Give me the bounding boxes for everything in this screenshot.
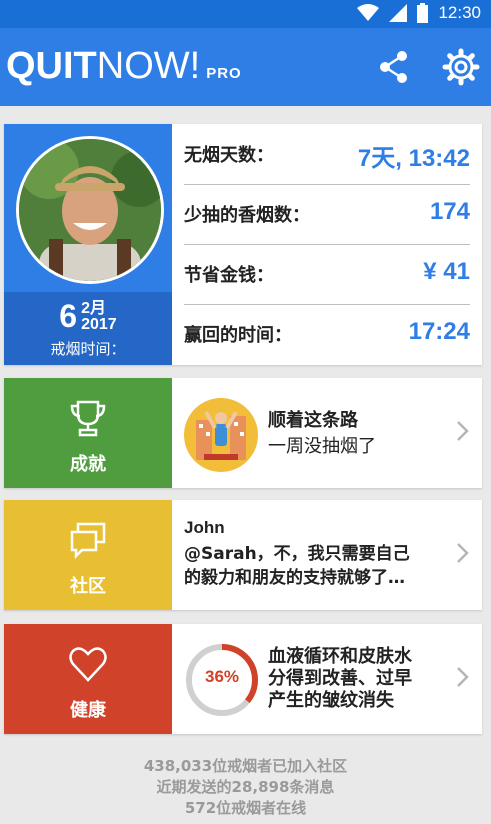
app-bar: QUITNOW! PRO — [0, 28, 491, 106]
signal-icon — [389, 4, 408, 22]
health-card[interactable]: 健康 36% 血液循环和皮肤水 分得到改善、过早 产生的皱纹消失 — [4, 624, 482, 734]
health-line3: 产生的皱纹消失 — [268, 690, 394, 711]
community-label: 社区 — [70, 576, 106, 597]
status-time: 12:30 — [438, 3, 481, 22]
stat-value: 7天, 13:42 — [357, 145, 470, 172]
battery-icon — [417, 3, 429, 23]
wifi-icon — [357, 4, 380, 21]
achievements-tile[interactable]: 成就 — [4, 378, 172, 488]
community-stats-footer: 438,033位戒烟者已加入社区 近期发送的28,898条消息 572位戒烟者在… — [0, 756, 491, 819]
heart-icon — [69, 647, 107, 682]
post-message-line2: 的毅力和朋友的支持就够了… — [184, 568, 405, 588]
footer-online: 572位戒烟者在线 — [184, 799, 307, 817]
logo-pro: PRO — [206, 65, 242, 82]
community-card[interactable]: 社区 John @Sarah，不，我只需要自己 的毅力和朋友的支持就够了… — [4, 500, 482, 610]
stats-card[interactable]: 6 2月 2017 戒烟时间： 无烟天数： 7天, 13:42 少抽的香烟数： … — [4, 124, 482, 365]
quit-year: 2017 — [81, 316, 117, 333]
quit-since-label: 戒烟时间： — [50, 340, 126, 358]
latest-post: John @Sarah，不，我只需要自己 的毅力和朋友的支持就够了… — [184, 518, 444, 590]
health-text: 血液循环和皮肤水 分得到改善、过早 产生的皱纹消失 — [268, 646, 412, 712]
health-progress-percent: 36% — [204, 667, 240, 686]
stat-row-money-saved: 节省金钱： ¥ 41 — [184, 244, 470, 305]
chevron-right-icon[interactable] — [456, 666, 470, 688]
achievement-badge — [184, 398, 258, 472]
health-tile[interactable]: 健康 — [4, 624, 172, 734]
stat-value: ¥ 41 — [423, 258, 470, 285]
quit-date-box: 6 2月 2017 戒烟时间： — [4, 292, 172, 365]
chevron-right-icon[interactable] — [456, 420, 470, 442]
stat-label: 无烟天数： — [184, 145, 274, 166]
profile-panel[interactable]: 6 2月 2017 戒烟时间： — [4, 124, 172, 365]
avatar — [16, 136, 164, 284]
achievements-label: 成就 — [70, 454, 106, 475]
quit-date: 6 2月 2017 — [4, 298, 172, 334]
app-logo: QUITNOW! PRO — [6, 44, 242, 96]
chevron-right-icon[interactable] — [456, 542, 470, 564]
quit-month: 2月 — [81, 300, 106, 317]
stat-row-smoke-free-days: 无烟天数： 7天, 13:42 — [184, 124, 470, 185]
quit-month-year: 2月 2017 — [81, 301, 117, 333]
stat-label: 少抽的香烟数： — [184, 205, 310, 226]
stat-value: 17:24 — [408, 318, 470, 345]
post-message-line1: @Sarah，不，我只需要自己 — [184, 544, 410, 564]
quit-day: 6 — [59, 298, 78, 334]
avatar-photo — [19, 139, 161, 281]
achievement-badge-illustration — [196, 411, 246, 460]
footer-messages: 近期发送的28,898条消息 — [156, 778, 335, 796]
logo-now: NOW! — [96, 45, 201, 87]
stat-row-time-regained: 赢回的时间： 17:24 — [184, 304, 470, 364]
achievement-text: 顺着这条路 一周没抽烟了 — [268, 408, 376, 460]
share-icon[interactable] — [378, 50, 410, 84]
achievement-title: 顺着这条路 — [268, 410, 358, 431]
health-line1: 血液循环和皮肤水 — [268, 646, 412, 667]
status-bar: 12:30 — [0, 0, 491, 28]
footer-members: 438,033位戒烟者已加入社区 — [143, 757, 348, 775]
achievement-subtitle: 一周没抽烟了 — [268, 436, 376, 457]
health-label: 健康 — [70, 700, 106, 721]
settings-gear-icon[interactable] — [442, 48, 480, 86]
stat-label: 节省金钱： — [184, 265, 274, 286]
stat-value: 174 — [429, 198, 470, 225]
achievements-card[interactable]: 成就 顺着这条路 一周没抽烟了 — [4, 378, 482, 488]
stat-row-cigarettes-avoided: 少抽的香烟数： 174 — [184, 184, 470, 245]
post-username: John — [184, 518, 225, 537]
trophy-icon — [70, 400, 106, 437]
stat-label: 赢回的时间： — [184, 325, 292, 346]
status-icons: 12:30 — [357, 3, 481, 23]
community-tile[interactable]: 社区 — [4, 500, 172, 610]
chat-bubbles-icon — [70, 522, 106, 560]
health-line2: 分得到改善、过早 — [268, 668, 412, 689]
logo-quit: QUIT — [6, 45, 97, 87]
